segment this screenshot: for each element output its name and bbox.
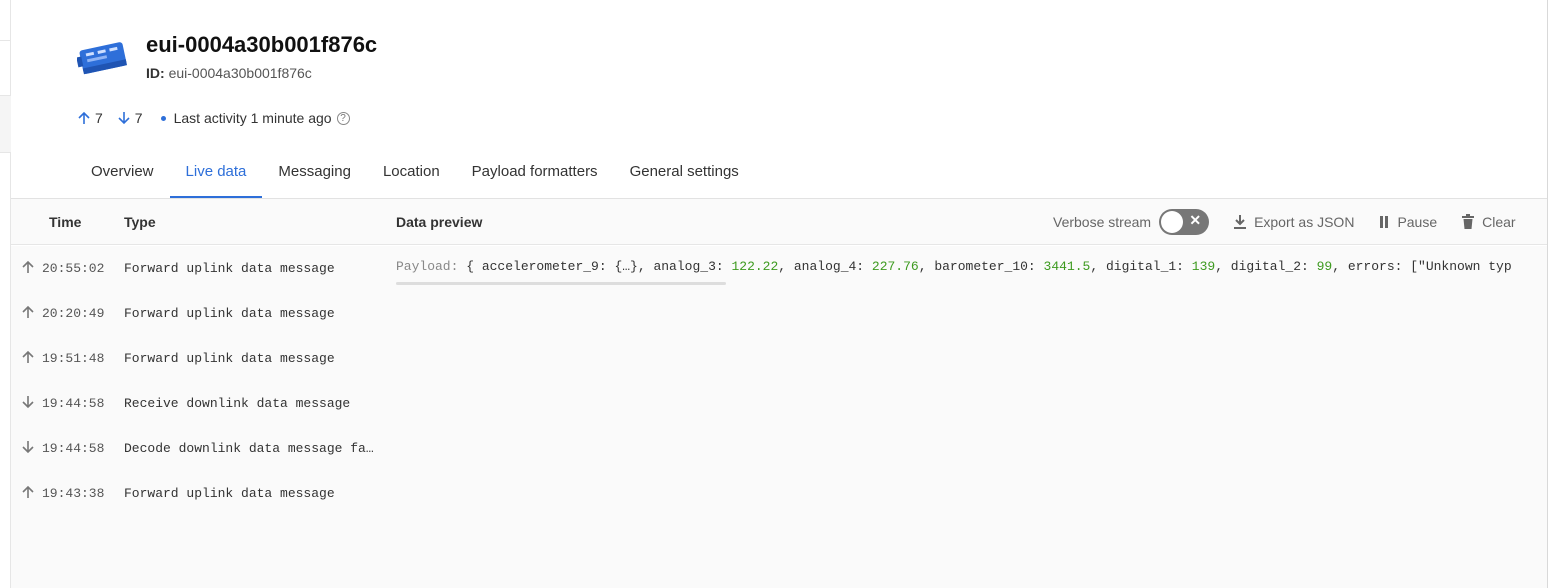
column-header-preview: Data preview: [396, 214, 483, 230]
help-icon[interactable]: ?: [336, 111, 350, 125]
payload-value: 99: [1316, 259, 1333, 274]
payload-label: Payload:: [396, 259, 459, 274]
event-type: Receive downlink data message: [124, 396, 351, 411]
gutter-divider: [0, 40, 11, 41]
export-json-label: Export as JSON: [1254, 214, 1355, 230]
pause-label: Pause: [1397, 214, 1438, 230]
tab-general-settings[interactable]: General settings: [614, 148, 755, 198]
payload-value: 3441.5: [1043, 259, 1091, 274]
payload-value: 139: [1191, 259, 1216, 274]
arrow-up-icon: [22, 260, 34, 273]
tab-payload-formatters[interactable]: Payload formatters: [456, 148, 614, 198]
tab-live-data[interactable]: Live data: [169, 148, 263, 198]
device-id: ID: eui-0004a30b001f876c: [146, 65, 312, 81]
event-time: 19:51:48: [42, 351, 105, 366]
downlink-stat: 7: [117, 110, 143, 126]
event-row[interactable]: 19:43:38 Forward uplink data message: [11, 471, 1547, 516]
payload-text: , analog_4:: [778, 259, 872, 274]
arrow-down-icon: [118, 112, 130, 125]
event-type: Forward uplink data message: [124, 306, 335, 321]
status-dot: [160, 115, 166, 121]
event-type: Forward uplink data message: [124, 261, 335, 276]
scrollbar[interactable]: [1547, 0, 1560, 588]
table-header: Time Type Data preview Verbose stream ✕ …: [11, 199, 1547, 245]
uplink-stat: 7: [77, 110, 103, 126]
event-row[interactable]: 19:44:58 Receive downlink data message: [11, 381, 1547, 426]
column-header-type: Type: [124, 214, 156, 230]
uplink-count: 7: [95, 110, 103, 126]
event-row[interactable]: 19:44:58 Decode downlink data message fa…: [11, 426, 1547, 471]
arrow-up-icon: [22, 350, 34, 363]
arrow-down-icon: [22, 396, 34, 409]
event-time: 19:43:38: [42, 486, 105, 501]
tab-bar: Overview Live data Messaging Location Pa…: [75, 148, 755, 198]
device-stats: 7 7 Last activity 1 minute ago ?: [77, 110, 350, 126]
tab-messaging[interactable]: Messaging: [262, 148, 367, 198]
last-activity: Last activity 1 minute ago: [173, 110, 332, 126]
payload-text: , errors: ["Unknown typ: [1332, 259, 1512, 274]
column-header-time: Time: [49, 214, 82, 230]
arrow-down-icon: [22, 441, 34, 454]
pause-button[interactable]: Pause: [1378, 214, 1437, 230]
toggle-knob: [1161, 211, 1184, 233]
event-type: Forward uplink data message: [124, 486, 335, 501]
device-id-label: ID:: [146, 65, 165, 81]
event-time: 20:20:49: [42, 306, 105, 321]
close-icon: ✕: [1189, 212, 1202, 228]
trash-icon: [1462, 214, 1475, 229]
clear-label: Clear: [1482, 214, 1516, 230]
left-gutter: [0, 0, 11, 588]
downlink-count: 7: [134, 110, 143, 126]
event-time: 19:44:58: [42, 396, 105, 411]
payload-text: , barometer_10:: [918, 259, 1044, 274]
arrow-up-icon: [78, 111, 90, 124]
arrow-up-icon: [22, 485, 34, 498]
device-icon: [77, 42, 128, 75]
tab-overview[interactable]: Overview: [75, 148, 170, 198]
verbose-stream-toggle[interactable]: ✕: [1159, 209, 1210, 235]
payload-text: , digital_2:: [1215, 259, 1317, 274]
device-title: eui-0004a30b001f876c: [146, 32, 378, 57]
event-row[interactable]: 20:55:02 Forward uplink data message Pay…: [11, 246, 1547, 291]
device-header: eui-0004a30b001f876c ID: eui-0004a30b001…: [11, 0, 1547, 198]
payload-text: , digital_1:: [1090, 259, 1192, 274]
arrow-up-icon: [22, 305, 34, 318]
download-icon: [1234, 215, 1247, 229]
event-type: Forward uplink data message: [124, 351, 335, 366]
event-time: 20:55:02: [42, 261, 105, 276]
verbose-stream-label: Verbose stream: [1053, 214, 1152, 230]
preview-scrollbar[interactable]: [396, 282, 726, 285]
stream-controls: Verbose stream ✕ Export as JSON Pause Cl…: [1053, 208, 1540, 236]
payload-text: { accelerometer_9: {…}, analog_3:: [458, 259, 732, 274]
event-list: 20:55:02 Forward uplink data message Pay…: [11, 246, 1547, 588]
payload-value: 227.76: [871, 259, 919, 274]
event-row[interactable]: 20:20:49 Forward uplink data message: [11, 291, 1547, 336]
event-row[interactable]: 19:51:48 Forward uplink data message: [11, 336, 1547, 381]
data-preview: Payload: { accelerometer_9: {…}, analog_…: [396, 259, 1547, 274]
event-type: Decode downlink data message fa…: [124, 441, 374, 456]
event-time: 19:44:58: [42, 441, 105, 456]
clear-button[interactable]: Clear: [1461, 214, 1516, 230]
tab-location[interactable]: Location: [367, 148, 456, 198]
export-json-button[interactable]: Export as JSON: [1233, 214, 1354, 230]
pause-icon: [1380, 216, 1389, 228]
device-id-value: eui-0004a30b001f876c: [168, 65, 312, 81]
payload-value: 122.22: [731, 259, 779, 274]
gutter-highlight: [0, 95, 11, 153]
